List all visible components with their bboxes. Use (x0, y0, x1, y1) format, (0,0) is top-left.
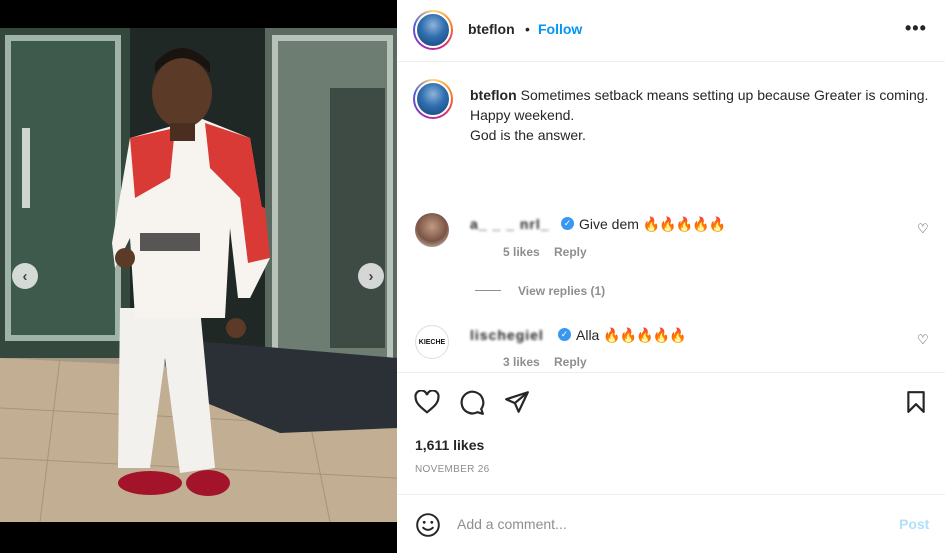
comment-likes[interactable]: 3 likes (503, 355, 540, 369)
post-comment-button[interactable]: Post (899, 516, 929, 532)
post-header: bteflon • Follow ••• (397, 0, 945, 62)
caption-line-2: Happy weekend. (470, 107, 575, 123)
comment-text: Give dem 🔥🔥🔥🔥🔥 (579, 216, 726, 232)
verified-badge-icon: ✓ (558, 328, 571, 341)
post-photo[interactable] (0, 28, 397, 522)
fire-emoji-icon: 🔥🔥🔥🔥🔥 (642, 216, 726, 232)
author-avatar[interactable] (413, 10, 453, 50)
caption-line-3: God is the answer. (470, 127, 586, 143)
instagram-post-modal: ‹ › bteflon • Follow ••• bteflon Sometime… (0, 0, 945, 553)
like-heart-icon[interactable] (414, 390, 440, 414)
follow-button[interactable]: Follow (538, 21, 582, 37)
view-replies-button[interactable]: View replies (1) (518, 284, 605, 298)
fire-emoji-icon: 🔥🔥🔥🔥🔥 (603, 327, 686, 343)
view-replies-divider (475, 290, 501, 291)
comment-composer: Post (397, 494, 945, 553)
commenter-avatar[interactable] (415, 213, 449, 247)
post-caption: bteflon Sometimes setback means setting u… (470, 85, 930, 145)
likes-count[interactable]: 1,611 likes (415, 437, 484, 453)
reply-button[interactable]: Reply (554, 355, 587, 369)
avatar-logo-text: KIECHE (418, 338, 446, 346)
post-details-panel: bteflon • Follow ••• bteflon Sometimes se… (397, 0, 945, 553)
comment-like-heart-icon[interactable]: ♡ (917, 221, 929, 237)
caption-username[interactable]: bteflon (470, 87, 517, 103)
comment-text: Alla 🔥🔥🔥🔥🔥 (576, 327, 687, 343)
commenter-avatar[interactable]: KIECHE (415, 325, 449, 359)
header-separator: • (525, 21, 530, 37)
caption-author-avatar[interactable] (413, 79, 453, 119)
comment-like-heart-icon[interactable]: ♡ (917, 332, 929, 348)
post-actions: 1,611 likes NOVEMBER 26 (397, 372, 945, 494)
commenter-username[interactable]: a_ _ _ nrl_ (470, 216, 550, 232)
commenter-username[interactable]: lischegiel (470, 327, 544, 343)
chevron-left-icon: ‹ (22, 267, 28, 285)
comments-section[interactable]: bteflon Sometimes setback means setting u… (397, 63, 945, 371)
caption-line-1: Sometimes setback means setting up becau… (520, 87, 929, 103)
verified-badge-icon: ✓ (561, 217, 574, 230)
share-send-icon[interactable] (504, 390, 530, 414)
next-image-button[interactable]: › (358, 263, 384, 289)
comment-icon[interactable] (459, 390, 485, 416)
add-comment-input[interactable] (457, 513, 877, 535)
save-bookmark-icon[interactable] (905, 390, 927, 414)
comment-likes[interactable]: 5 likes (503, 245, 540, 259)
post-date[interactable]: NOVEMBER 26 (415, 464, 489, 475)
author-username[interactable]: bteflon (468, 21, 515, 37)
media-pane: ‹ › (0, 0, 397, 553)
more-options-icon[interactable]: ••• (905, 18, 927, 39)
reply-button[interactable]: Reply (554, 245, 587, 259)
emoji-icon[interactable] (415, 512, 441, 538)
photo-illustration (0, 28, 397, 522)
previous-image-button[interactable]: ‹ (12, 263, 38, 289)
chevron-right-icon: › (368, 267, 374, 285)
